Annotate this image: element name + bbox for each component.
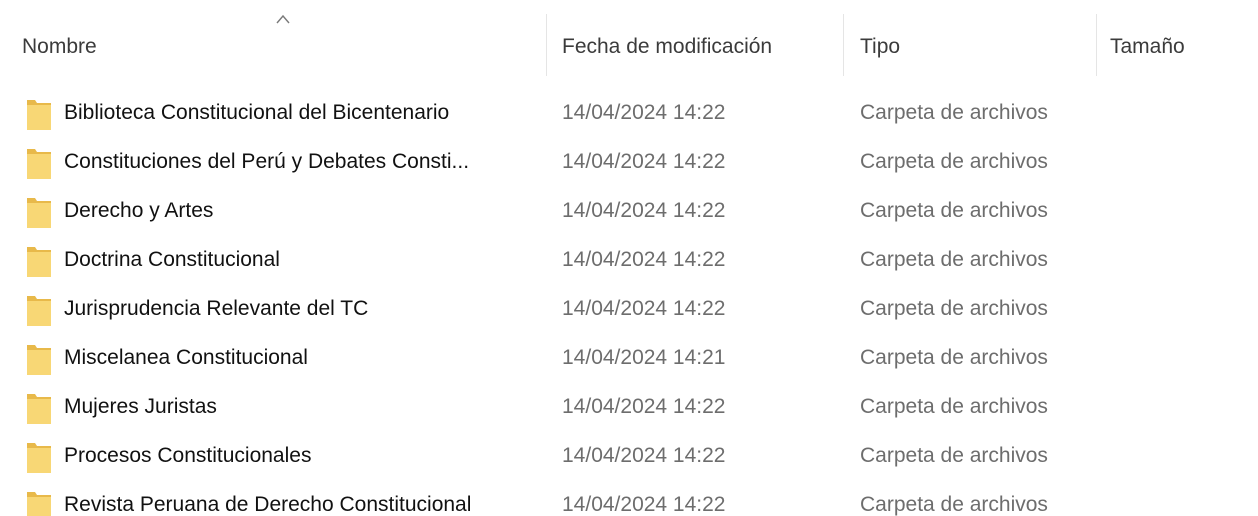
item-name: Mujeres Juristas <box>64 395 217 418</box>
list-item[interactable]: Jurisprudencia Relevante del TC 14/04/20… <box>0 286 1258 332</box>
folder-icon <box>27 345 51 375</box>
item-type: Carpeta de archivos <box>860 444 1048 467</box>
item-name: Miscelanea Constitucional <box>64 346 308 369</box>
file-explorer-details-view: Nombre Fecha de modificación Tipo Tamaño… <box>0 0 1258 516</box>
column-header-size[interactable]: Tamaño <box>1110 33 1185 61</box>
folder-icon <box>27 149 51 179</box>
item-date: 14/04/2024 14:22 <box>562 150 726 173</box>
column-divider[interactable] <box>843 14 844 76</box>
folder-icon <box>27 198 51 228</box>
chevron-up-icon[interactable] <box>276 14 290 24</box>
list-item[interactable]: Biblioteca Constitucional del Bicentenar… <box>0 90 1258 136</box>
item-name: Constituciones del Perú y Debates Consti… <box>64 150 470 173</box>
folder-icon <box>27 492 51 516</box>
item-name: Derecho y Artes <box>64 199 214 222</box>
item-type: Carpeta de archivos <box>860 346 1048 369</box>
item-type: Carpeta de archivos <box>860 493 1048 516</box>
item-type: Carpeta de archivos <box>860 199 1048 222</box>
list-item[interactable]: Doctrina Constitucional 14/04/2024 14:22… <box>0 237 1258 283</box>
item-name: Biblioteca Constitucional del Bicentenar… <box>64 101 450 124</box>
folder-icon <box>27 247 51 277</box>
list-item[interactable]: Procesos Constitucionales 14/04/2024 14:… <box>0 433 1258 479</box>
list-item[interactable]: Miscelanea Constitucional 14/04/2024 14:… <box>0 335 1258 381</box>
item-date: 14/04/2024 14:22 <box>562 395 726 418</box>
item-type: Carpeta de archivos <box>860 101 1048 124</box>
item-name: Jurisprudencia Relevante del TC <box>64 297 369 320</box>
item-name: Revista Peruana de Derecho Constituciona… <box>64 493 472 516</box>
item-date: 14/04/2024 14:21 <box>562 346 726 369</box>
folder-icon <box>27 296 51 326</box>
folder-icon <box>27 443 51 473</box>
item-date: 14/04/2024 14:22 <box>562 493 726 516</box>
column-header-name[interactable]: Nombre <box>22 33 97 61</box>
item-type: Carpeta de archivos <box>860 150 1048 173</box>
item-type: Carpeta de archivos <box>860 395 1048 418</box>
column-header-bar: Nombre Fecha de modificación Tipo Tamaño <box>0 0 1258 86</box>
item-name: Doctrina Constitucional <box>64 248 280 271</box>
item-date: 14/04/2024 14:22 <box>562 248 726 271</box>
list-item[interactable]: Revista Peruana de Derecho Constituciona… <box>0 482 1258 516</box>
folder-icon <box>27 100 51 130</box>
item-date: 14/04/2024 14:22 <box>562 444 726 467</box>
list-item[interactable]: Constituciones del Perú y Debates Consti… <box>0 139 1258 185</box>
item-type: Carpeta de archivos <box>860 297 1048 320</box>
folder-icon <box>27 394 51 424</box>
item-date: 14/04/2024 14:22 <box>562 101 726 124</box>
item-type: Carpeta de archivos <box>860 248 1048 271</box>
item-date: 14/04/2024 14:22 <box>562 297 726 320</box>
column-header-type[interactable]: Tipo <box>860 33 900 61</box>
item-date: 14/04/2024 14:22 <box>562 199 726 222</box>
item-name: Procesos Constitucionales <box>64 444 312 467</box>
column-header-date[interactable]: Fecha de modificación <box>562 33 772 61</box>
column-divider[interactable] <box>1096 14 1097 76</box>
column-divider[interactable] <box>546 14 547 76</box>
list-item[interactable]: Derecho y Artes 14/04/2024 14:22 Carpeta… <box>0 188 1258 234</box>
list-item[interactable]: Mujeres Juristas 14/04/2024 14:22 Carpet… <box>0 384 1258 430</box>
